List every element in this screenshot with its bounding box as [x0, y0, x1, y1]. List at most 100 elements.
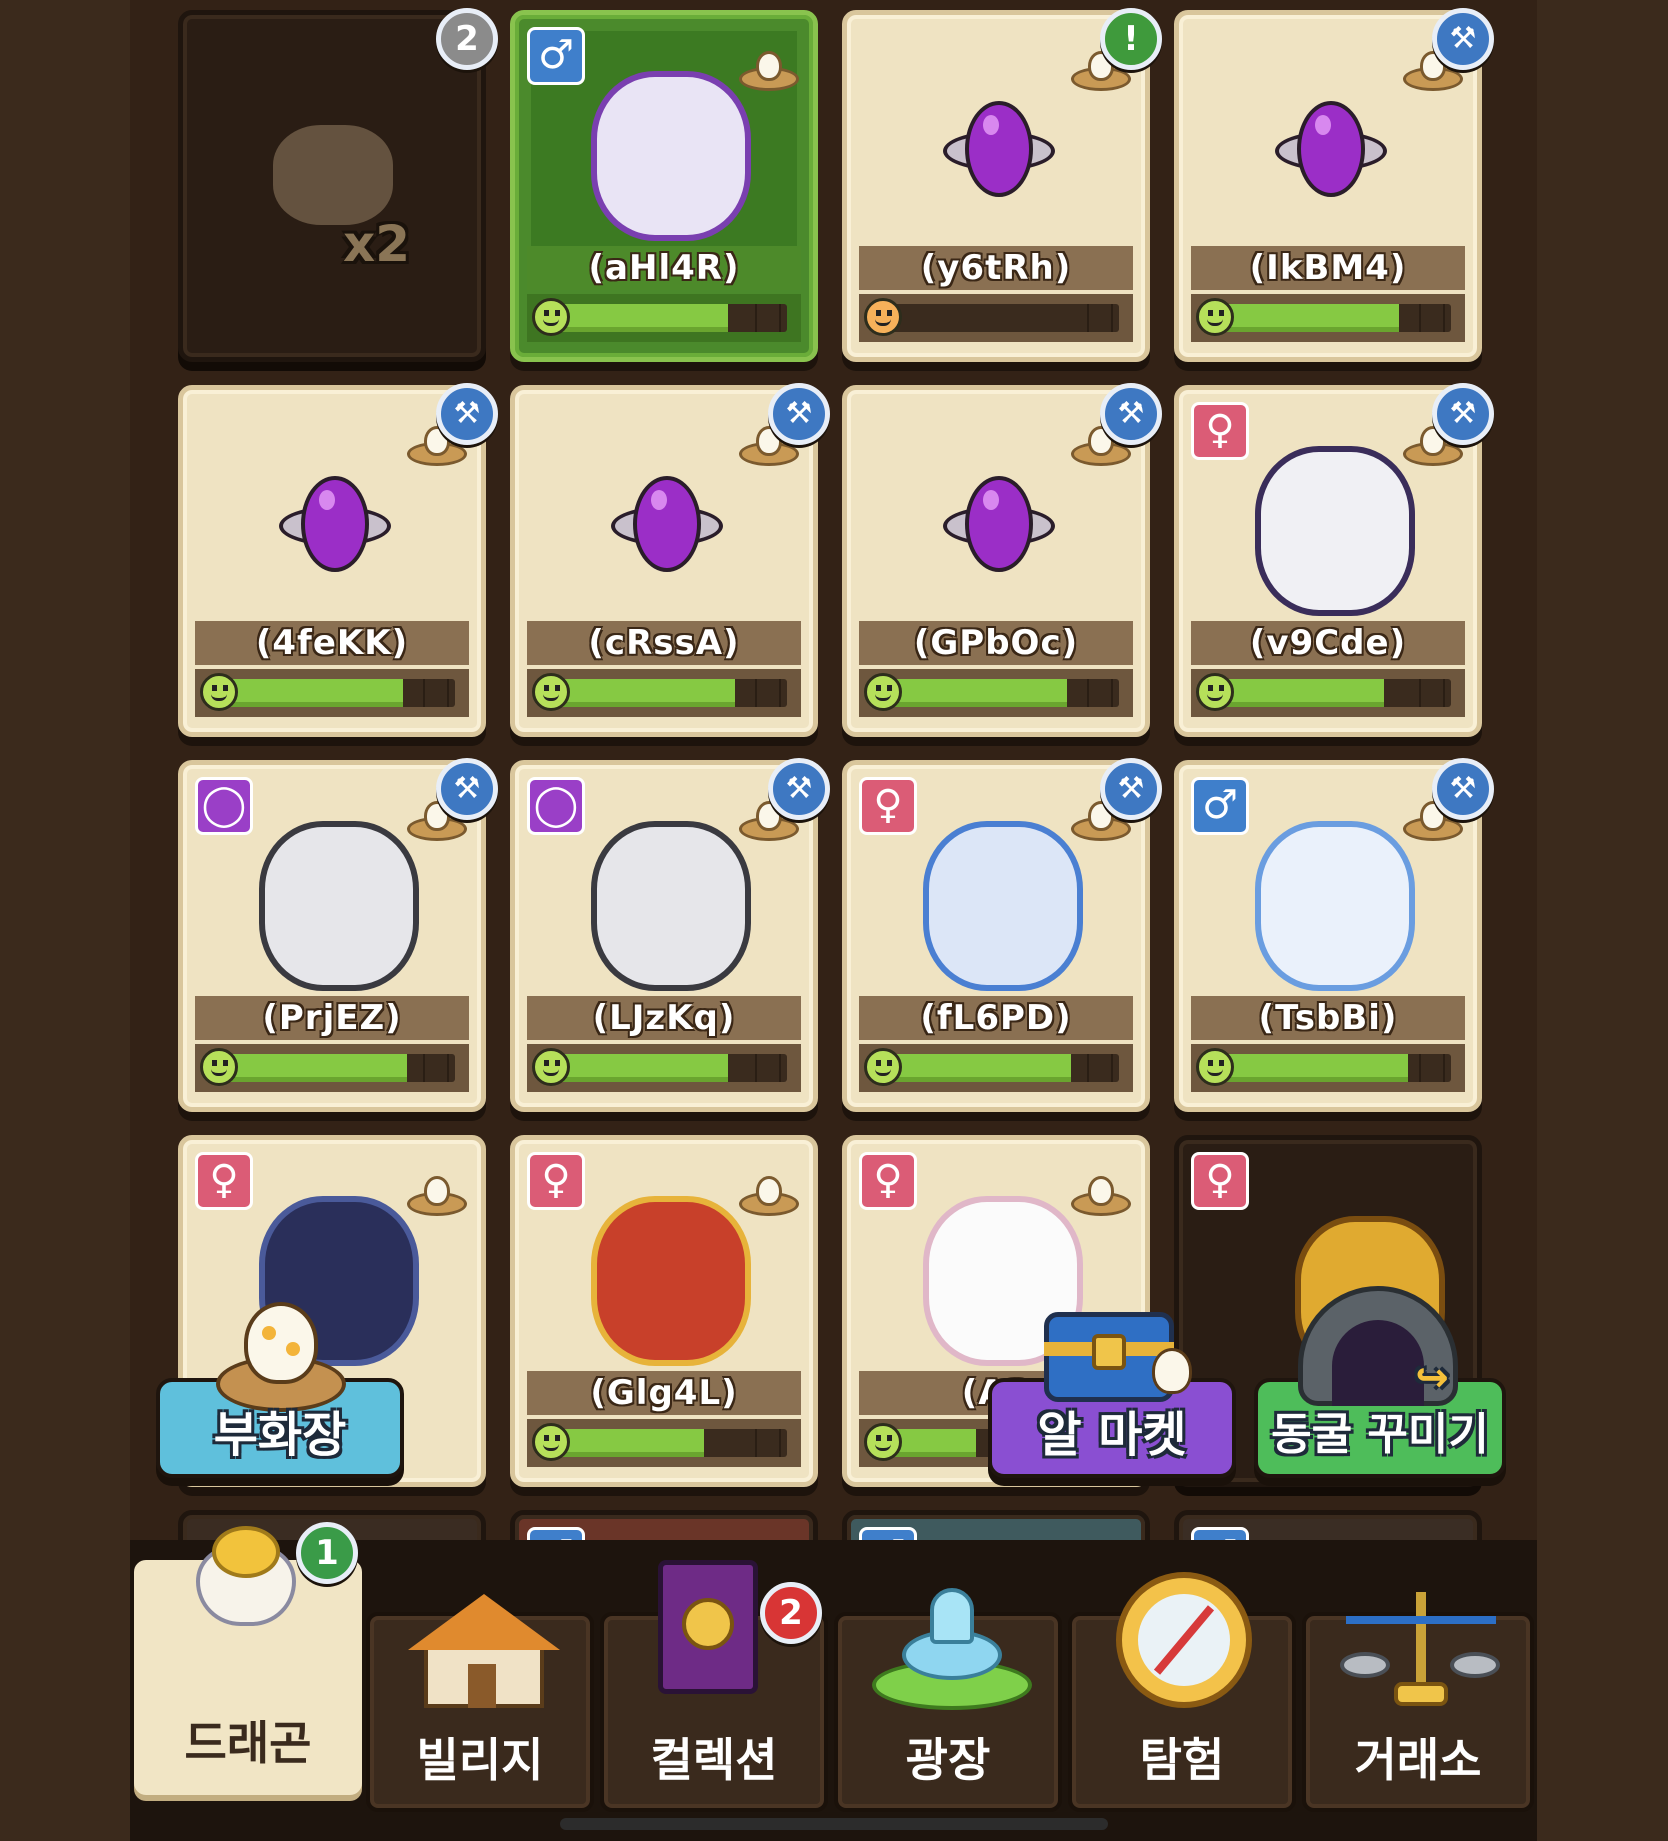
- mood-bar: [527, 294, 801, 342]
- mood-segment: [1111, 304, 1113, 332]
- mood-face-icon: [1196, 1048, 1234, 1086]
- mood-face-icon: [1196, 673, 1234, 711]
- egg-market-label: 알 마켓: [1037, 1407, 1187, 1463]
- dragon-sprite: [591, 821, 751, 991]
- mood-segment: [1419, 679, 1421, 707]
- dragon-name: (4feKK): [195, 621, 469, 665]
- mood-segment: [755, 1054, 757, 1082]
- mood-bar: [527, 1044, 801, 1092]
- dragon-card[interactable]: (IkBM4): [1174, 10, 1482, 362]
- purple-egg-icon: [943, 476, 1055, 576]
- neutral-icon: ◯: [195, 777, 253, 835]
- mood-face-icon: [532, 1423, 570, 1461]
- mood-segment: [1419, 1054, 1421, 1082]
- mood-face-icon: [864, 1423, 902, 1461]
- mood-track: [881, 679, 1119, 707]
- mood-segment: [447, 1054, 449, 1082]
- mood-bar: [195, 1044, 469, 1092]
- alert-badge: !: [1100, 8, 1162, 70]
- mood-track: [1213, 304, 1451, 332]
- neutral-icon: ◯: [527, 777, 585, 835]
- male-icon: ♂: [1191, 777, 1249, 835]
- dragon-card[interactable]: ♂ (TsbBi): [1174, 760, 1482, 1112]
- dragon-sprite: [1255, 446, 1415, 616]
- home-indicator[interactable]: [560, 1818, 1108, 1830]
- mood-fill: [549, 679, 735, 707]
- mood-track: [217, 679, 455, 707]
- dragon-card[interactable]: (4feKK): [178, 385, 486, 737]
- dragon-card[interactable]: (GPbOc): [842, 385, 1150, 737]
- dragon-card[interactable]: ♀ (Glg4L): [510, 1135, 818, 1487]
- dragon-card[interactable]: ♀ (v9Cde): [1174, 385, 1482, 737]
- mood-track: [549, 1054, 787, 1082]
- mood-face-icon: [532, 298, 570, 336]
- nest-icon: [739, 1176, 799, 1216]
- mood-segment: [1443, 304, 1445, 332]
- female-icon: ♀: [527, 1152, 585, 1210]
- dragon-name: (y6tRh): [859, 246, 1133, 290]
- female-icon: ♀: [859, 1152, 917, 1210]
- stack-multiplier: x2: [343, 215, 411, 273]
- wrench-badge-icon: ⚒: [1432, 758, 1494, 820]
- dragon-sprite: [1255, 821, 1415, 991]
- tab-exchange-label: 거래소: [1354, 1733, 1482, 1787]
- mood-fill: [217, 1054, 407, 1082]
- mood-fill: [1213, 679, 1384, 707]
- mood-bar: [859, 1044, 1133, 1092]
- mood-segment: [779, 304, 781, 332]
- tab-village[interactable]: 빌리지: [366, 1594, 594, 1812]
- dragon-name: (v9Cde): [1191, 621, 1465, 665]
- dragon-card[interactable]: ♂ (aHl4R): [510, 10, 818, 362]
- wrench-badge-icon: ⚒: [768, 758, 830, 820]
- dragon-name: (Glg4L): [527, 1371, 801, 1415]
- dragon-card[interactable]: (y6tRh): [842, 10, 1150, 362]
- tab-village-label: 빌리지: [416, 1733, 544, 1787]
- mood-segment: [755, 679, 757, 707]
- mood-bar: [859, 294, 1133, 342]
- egg-market-button[interactable]: 알 마켓: [988, 1312, 1236, 1478]
- female-icon: ♀: [859, 777, 917, 835]
- mood-face-icon: [200, 1048, 238, 1086]
- mood-segment: [1111, 1054, 1113, 1082]
- wrench-badge-icon: ⚒: [436, 383, 498, 445]
- purple-egg-icon: [611, 476, 723, 576]
- dragon-card[interactable]: ◯ (LJzKq): [510, 760, 818, 1112]
- mood-track: [549, 679, 787, 707]
- dragon-card[interactable]: ◯ (PrjEZ): [178, 760, 486, 1112]
- mood-segment: [755, 304, 757, 332]
- mood-face-icon: [864, 1048, 902, 1086]
- mood-face-icon: [864, 298, 902, 336]
- tab-collection[interactable]: 2 컬렉션: [600, 1560, 828, 1812]
- mood-bar: [195, 669, 469, 717]
- mood-segment: [1087, 679, 1089, 707]
- mood-fill: [549, 304, 728, 332]
- wrench-badge-icon: ⚒: [768, 383, 830, 445]
- dragon-card[interactable]: ♀ (fL6PD): [842, 760, 1150, 1112]
- tab-dragon[interactable]: 1 드래곤: [134, 1522, 362, 1795]
- tab-exchange[interactable]: 거래소: [1302, 1592, 1534, 1812]
- nest-icon: [1071, 1176, 1131, 1216]
- book-icon: [658, 1560, 768, 1700]
- dragon-card-empty[interactable]: x2: [178, 10, 486, 362]
- mood-segment: [1087, 304, 1089, 332]
- dragon-name: (GPbOc): [859, 621, 1133, 665]
- mood-segment: [447, 679, 449, 707]
- tab-explore[interactable]: 탐험: [1068, 1572, 1296, 1812]
- mood-segment: [755, 1429, 757, 1457]
- mood-fill: [1213, 304, 1399, 332]
- wrench-badge-icon: ⚒: [1100, 758, 1162, 820]
- female-icon: ♀: [195, 1152, 253, 1210]
- mood-track: [217, 1054, 455, 1082]
- tab-plaza[interactable]: 광장: [834, 1588, 1062, 1812]
- cave-decor-button[interactable]: ↪ 동굴 꾸미기: [1254, 1286, 1506, 1478]
- bottom-nav: 1 드래곤 빌리지 2 컬렉션 광장 탐험 거래소: [130, 1522, 1537, 1841]
- mood-fill: [881, 1054, 1071, 1082]
- dragon-card[interactable]: (cRssA): [510, 385, 818, 737]
- wrench-badge-icon: ⚒: [1432, 383, 1494, 445]
- dragon-icon: [186, 1526, 306, 1636]
- tab-collection-label: 컬렉션: [650, 1733, 778, 1787]
- wrench-badge-icon: ⚒: [1100, 383, 1162, 445]
- mood-fill: [1213, 1054, 1408, 1082]
- mood-bar: [527, 669, 801, 717]
- hatchery-button[interactable]: 부화장: [156, 1302, 404, 1478]
